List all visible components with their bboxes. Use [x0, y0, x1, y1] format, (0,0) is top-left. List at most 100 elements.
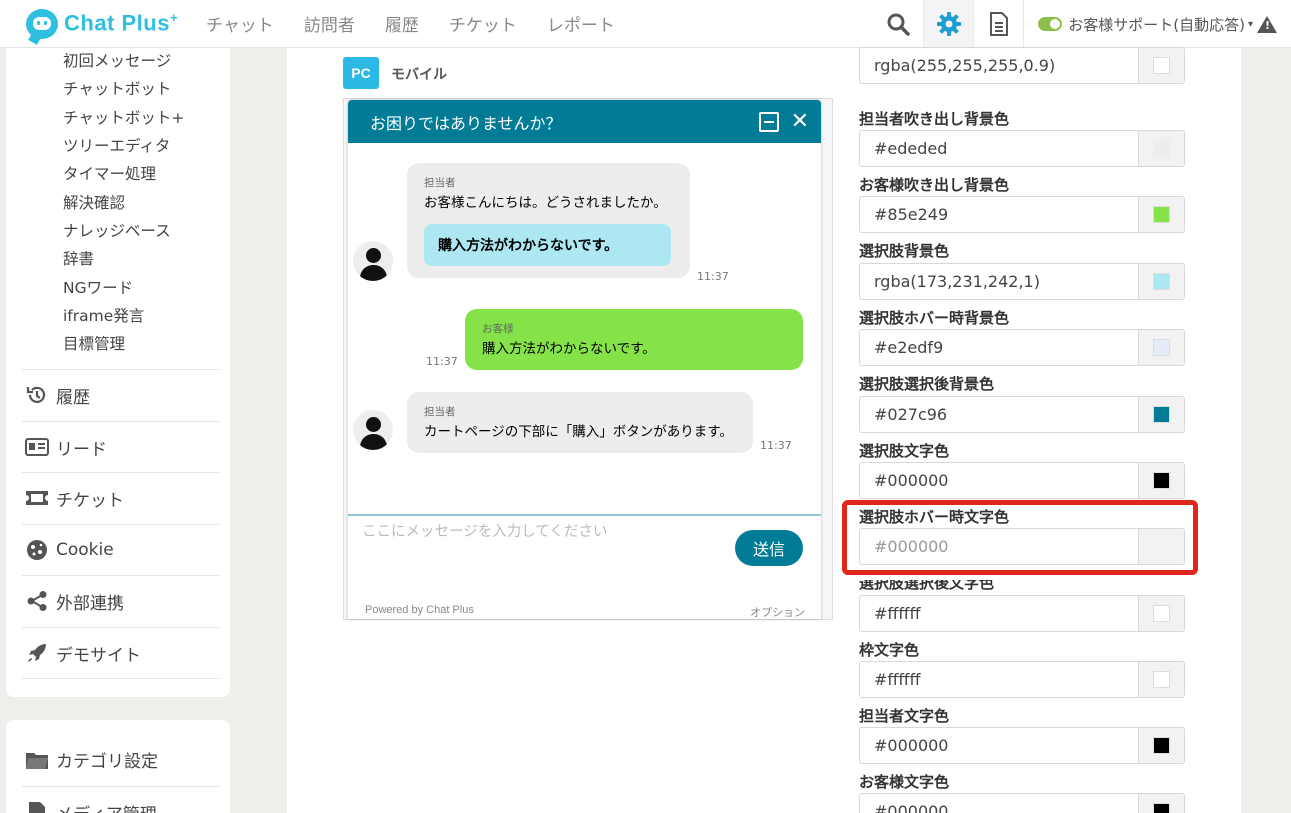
send-button[interactable]: 送信	[735, 530, 803, 566]
color-picker-button[interactable]	[1139, 463, 1184, 498]
sidebar-sub-item[interactable]: 初回メッセージ	[63, 49, 171, 71]
message-time: 11:37	[426, 355, 458, 368]
sidebar-card: 初回メッセージ チャットボット チャットボット+ ツリーエディタ タイマー処理 …	[6, 48, 230, 697]
nav-chat[interactable]: チャット	[206, 11, 274, 36]
color-input[interactable]: rgba(255,255,255,0.9)	[860, 48, 1140, 83]
color-input[interactable]: #e2edf9	[860, 330, 1140, 365]
field-label: 選択肢選択後文字色	[859, 574, 995, 592]
color-swatch	[1153, 339, 1171, 356]
color-input[interactable]: #000000	[860, 794, 1140, 813]
message-input[interactable]: ここにメッセージを入力してください	[362, 520, 607, 541]
color-field[interactable]: rgba(173,231,242,1)	[859, 263, 1185, 300]
color-picker-button[interactable]	[1139, 264, 1184, 299]
sidebar-item-category[interactable]: カテゴリ設定	[22, 734, 219, 785]
minimize-button[interactable]	[758, 111, 779, 132]
color-picker-button[interactable]	[1139, 48, 1184, 83]
ticket-icon	[24, 487, 50, 509]
sidebar-sub-item[interactable]: 解決確認	[63, 191, 125, 213]
field-label: 選択肢選択後背景色	[859, 375, 995, 393]
search-button[interactable]	[873, 0, 923, 48]
warning-icon[interactable]: !	[1257, 15, 1277, 33]
choice-option[interactable]: 購入方法がわからないです。	[424, 224, 671, 266]
chat-plus-logo[interactable]: Chat Plus+	[26, 8, 206, 39]
status-toggle[interactable]	[1038, 17, 1063, 31]
color-swatch	[1153, 737, 1171, 754]
tab-pc[interactable]: PC	[343, 57, 379, 89]
sidebar-item-cookie[interactable]: Cookie	[22, 524, 219, 575]
field-label: 枠文字色	[859, 641, 920, 659]
tab-mobile[interactable]: モバイル	[391, 64, 447, 84]
customer-message: お客様 購入方法がわからないです。	[465, 309, 803, 370]
message-sender: お客様	[482, 323, 514, 335]
main-nav: チャット 訪問者 履歴 チケット レポート	[206, 11, 645, 36]
color-field[interactable]: #000000	[859, 793, 1185, 813]
color-picker-button[interactable]	[1139, 596, 1184, 631]
sidebar-item-integration[interactable]: 外部連携	[22, 575, 219, 626]
color-field-hover-text[interactable]: #000000	[859, 528, 1185, 565]
top-navbar: Chat Plus+ チャット 訪問者 履歴 チケット レポート お客様サポート…	[0, 0, 1291, 48]
sidebar-sub-item[interactable]: チャットボット+	[63, 106, 184, 128]
chat-preview-frame: お困りではありませんか？ ✕ 担当者 お客様こんにちは。どうされましたか。 購入…	[343, 98, 833, 620]
share-icon	[24, 590, 50, 612]
sidebar-sub-item[interactable]: iframe発言	[63, 304, 144, 326]
color-picker-button[interactable]	[1139, 794, 1184, 813]
color-picker-button[interactable]	[1139, 529, 1184, 564]
color-picker-button[interactable]	[1139, 728, 1184, 763]
chat-widget-header: お困りではありませんか？ ✕	[348, 100, 821, 143]
option-link[interactable]: オプション	[750, 604, 805, 619]
sidebar-sub-item[interactable]: ツリーエディタ	[63, 134, 170, 156]
sidebar-item-demo-site[interactable]: デモサイト	[22, 627, 219, 678]
folder-icon	[24, 749, 50, 771]
settings-button[interactable]	[923, 0, 974, 48]
sidebar-item-history[interactable]: 履歴	[22, 369, 219, 420]
color-input[interactable]: #000000	[860, 463, 1140, 498]
chat-widget-title: お困りではありませんか？	[370, 113, 562, 133]
sidebar-sub-item[interactable]: ナレッジベース	[63, 219, 171, 241]
color-input[interactable]: #027c96	[860, 397, 1140, 432]
operator-avatar	[353, 410, 393, 450]
nav-visitors[interactable]: 訪問者	[304, 11, 355, 36]
color-input[interactable]: #ededed	[860, 131, 1140, 166]
sidebar-sub-item[interactable]: タイマー処理	[63, 162, 156, 184]
color-field[interactable]: #85e249	[859, 196, 1185, 233]
color-input[interactable]: rgba(173,231,242,1)	[860, 264, 1140, 299]
status-label: お客様サポート(自動応答)	[1068, 15, 1245, 34]
sidebar-sub-item[interactable]: チャットボット	[63, 77, 171, 99]
sidebar-item-media[interactable]: メディア管理	[22, 786, 219, 813]
color-field[interactable]: #ffffff	[859, 595, 1185, 632]
document-button[interactable]	[973, 0, 1023, 48]
color-picker-button[interactable]	[1139, 662, 1184, 697]
sidebar-sub-item[interactable]: 目標管理	[63, 332, 125, 354]
color-input[interactable]: #000000	[860, 529, 1140, 564]
color-input[interactable]: #000000	[860, 728, 1140, 763]
document-icon	[989, 12, 1008, 36]
color-field[interactable]: #000000	[859, 727, 1185, 764]
close-icon[interactable]: ✕	[791, 110, 809, 132]
field-label: 担当者吹き出し背景色	[859, 110, 1010, 128]
color-picker-button[interactable]	[1139, 330, 1184, 365]
color-input[interactable]: #85e249	[860, 197, 1140, 232]
search-icon	[887, 13, 910, 36]
nav-tickets[interactable]: チケット	[449, 11, 517, 36]
color-field[interactable]: #e2edf9	[859, 329, 1185, 366]
color-field[interactable]: #ffffff	[859, 661, 1185, 698]
nav-reports[interactable]: レポート	[547, 11, 615, 36]
message-sender: 担当者	[424, 406, 456, 418]
sidebar-item-ticket[interactable]: チケット	[22, 472, 219, 523]
color-field[interactable]: rgba(255,255,255,0.9)	[859, 47, 1185, 84]
color-picker-button[interactable]	[1139, 397, 1184, 432]
color-field[interactable]: #027c96	[859, 396, 1185, 433]
color-field[interactable]: #000000	[859, 462, 1185, 499]
color-input[interactable]: #ffffff	[860, 596, 1140, 631]
sidebar-sub-item[interactable]: 辞書	[63, 247, 94, 269]
sidebar-divider	[22, 678, 219, 679]
sidebar-item-lead[interactable]: リード	[22, 421, 219, 472]
sidebar-sub-item[interactable]: NGワード	[63, 276, 133, 298]
color-input[interactable]: #ffffff	[860, 662, 1140, 697]
support-status[interactable]: お客様サポート(自動応答) ▾ !	[1023, 0, 1291, 48]
color-swatch	[1153, 803, 1171, 813]
color-picker-button[interactable]	[1139, 131, 1184, 166]
color-field[interactable]: #ededed	[859, 130, 1185, 167]
color-picker-button[interactable]	[1139, 197, 1184, 232]
nav-history[interactable]: 履歴	[385, 11, 419, 36]
